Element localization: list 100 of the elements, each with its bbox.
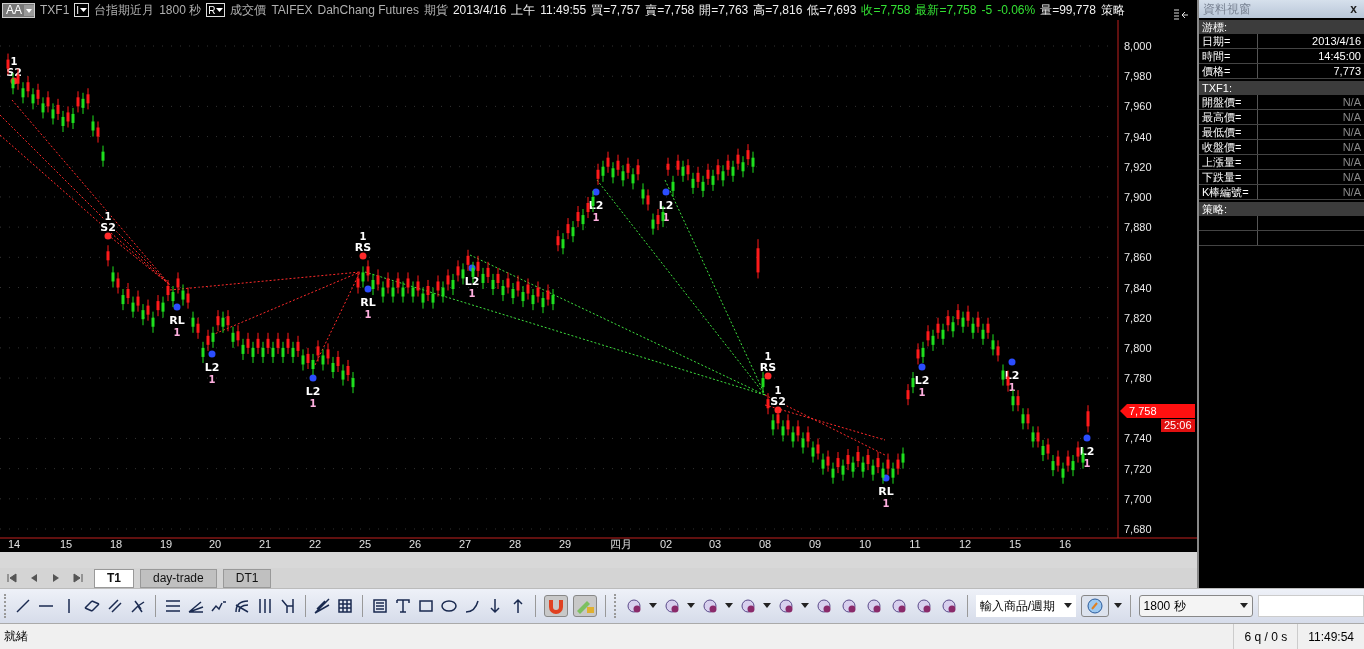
quote-date: 2013/4/16: [452, 3, 507, 17]
signal-count: 1: [774, 385, 782, 396]
compass-icon[interactable]: [1080, 595, 1109, 617]
interval-dropdown[interactable]: I: [74, 3, 90, 17]
quote-value: 低=7,693: [807, 1, 857, 19]
candlestick: [901, 446, 905, 470]
candlestick: [286, 332, 290, 355]
horizontal-lines-icon[interactable]: [163, 597, 182, 615]
candlestick: [696, 166, 700, 189]
horizontal-scrollbar[interactable]: [0, 552, 1197, 568]
caret-icon[interactable]: [762, 603, 771, 609]
signal-label: RS: [354, 241, 372, 254]
candlestick: [326, 342, 330, 365]
candlestick: [791, 425, 795, 448]
ray-fan-icon[interactable]: [313, 597, 332, 615]
candlestick: [666, 157, 670, 177]
style-dropdown[interactable]: AA: [2, 2, 35, 18]
signal-count: 1: [359, 231, 367, 242]
price-type-dropdown[interactable]: R: [206, 3, 226, 17]
field-value: N/A: [1341, 185, 1362, 199]
field-value: N/A: [1341, 110, 1362, 124]
candlestick: [571, 220, 575, 243]
date-axis-label: 15: [1008, 538, 1022, 550]
market-label: 期貨: [423, 1, 448, 19]
caret-icon: [80, 7, 88, 13]
candlestick: [51, 102, 55, 125]
buy-signal-dot: [364, 285, 372, 293]
sell-signal-dot: [104, 232, 112, 240]
arc-icon[interactable]: [232, 597, 251, 615]
quote-value: 最新=7,758: [915, 1, 977, 19]
candlestick: [246, 332, 250, 355]
bracket-lines-icon[interactable]: [278, 597, 297, 615]
input-field[interactable]: [1258, 595, 1364, 617]
field-value: 7,773: [1332, 64, 1362, 78]
caret-icon[interactable]: [724, 603, 733, 609]
candlestick: [131, 296, 135, 319]
candlestick: [31, 87, 35, 110]
caret-icon[interactable]: [648, 603, 657, 609]
candlestick: [161, 296, 165, 319]
first-sheet-icon[interactable]: [6, 572, 18, 584]
quote-value: 開=7,763: [699, 1, 749, 19]
candlestick: [121, 288, 125, 311]
candlestick: [861, 456, 865, 479]
candlestick: [231, 326, 235, 349]
product-name: 台指期近月: [94, 1, 155, 19]
panel-toggle-icon[interactable]: [1173, 8, 1189, 20]
candlestick: [896, 453, 900, 476]
candlestick: [451, 273, 455, 296]
candlestick: [166, 279, 170, 302]
list-icon[interactable]: [371, 597, 390, 615]
candlestick: [491, 273, 495, 296]
pencil-lock-icon[interactable]: [573, 595, 598, 617]
rectangle-icon[interactable]: [417, 597, 436, 615]
candlestick: [951, 315, 955, 338]
text-tool-icon[interactable]: [394, 597, 413, 615]
field-value: N/A: [1341, 140, 1362, 154]
candlestick: [716, 158, 720, 181]
caret-icon[interactable]: [686, 603, 695, 609]
magnet-icon[interactable]: [544, 595, 569, 617]
last-sheet-icon[interactable]: [72, 572, 84, 584]
signal-label: L2: [204, 361, 220, 374]
signal-count: 1: [1008, 382, 1016, 393]
candlestick: [1021, 407, 1025, 430]
symbol-combo[interactable]: 輸入商品/週期: [975, 595, 1076, 617]
price-axis-label: 7,680: [1124, 523, 1152, 535]
candlestick: [556, 229, 560, 252]
caret-icon[interactable]: [1113, 603, 1122, 609]
period-select[interactable]: 1800 秒: [1138, 595, 1254, 617]
quote-value: 高=7,816: [753, 1, 803, 19]
close-button[interactable]: x: [1347, 2, 1360, 16]
candlestick: [961, 311, 965, 334]
candlestick: [281, 341, 285, 364]
parallel-channel-icon[interactable]: [82, 597, 101, 615]
candlestick: [871, 459, 875, 482]
sheet-tab[interactable]: DT1: [222, 568, 272, 588]
date-axis-label: 11: [909, 538, 921, 550]
field-value: N/A: [1341, 95, 1362, 109]
candlestick: [781, 419, 785, 442]
queue-status: 6 q / 0 s: [1233, 624, 1298, 649]
price-axis-label: 7,960: [1124, 100, 1152, 113]
broker-label: DahChang Futures: [317, 3, 419, 17]
field-label: 上漲量=: [1199, 155, 1258, 169]
grid-icon[interactable]: [336, 597, 355, 615]
price-axis-label: 7,880: [1124, 221, 1152, 234]
candlestick: [81, 92, 85, 115]
candlestick: [1056, 450, 1060, 473]
candlestick: [181, 283, 185, 307]
signal-label: RS: [759, 361, 777, 374]
candlestick: [551, 288, 555, 311]
sheet-tab[interactable]: T1: [94, 568, 134, 588]
caret-icon[interactable]: [800, 603, 809, 609]
candlestick: [306, 347, 310, 370]
candlestick: [301, 348, 305, 372]
date-axis-label: 19: [159, 538, 173, 550]
candlestick: [101, 145, 105, 168]
candlestick: [821, 453, 825, 476]
candlestick: [806, 425, 810, 448]
sheet-tab[interactable]: day-trade: [140, 568, 217, 588]
candlestick: [431, 287, 435, 310]
candlestick: [606, 151, 610, 174]
